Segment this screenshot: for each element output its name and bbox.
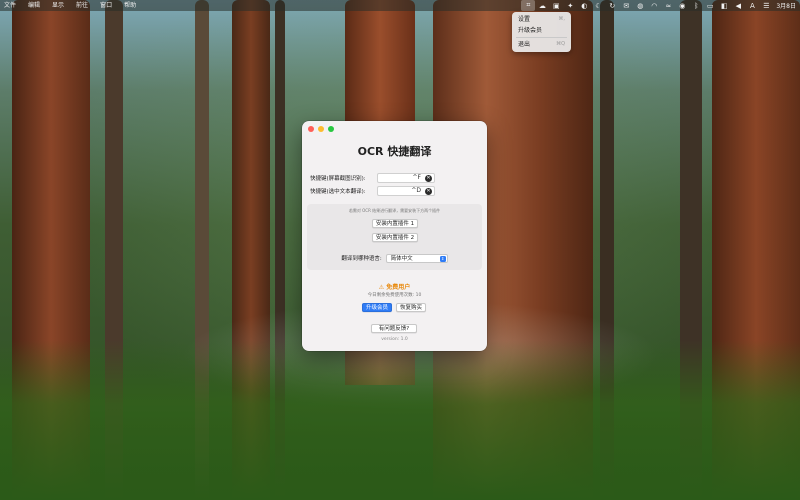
clear-shortcut-icon[interactable]: ✕: [425, 188, 432, 195]
menu-edit[interactable]: 编辑: [22, 0, 46, 11]
bluetooth-icon[interactable]: ᛒ: [689, 0, 703, 11]
shortcut-row-translate: 快捷键(选中文本翻译): ^D ✕: [310, 185, 480, 196]
circle-arrow-icon[interactable]: ↻: [605, 0, 619, 11]
menu-window[interactable]: 窗口: [94, 0, 118, 11]
bird-icon[interactable]: ✦: [563, 0, 577, 11]
minimize-window-button[interactable]: [318, 126, 324, 132]
window-controls: [308, 126, 334, 132]
shortcut-label: 快捷键(屏幕截图识别):: [310, 175, 366, 182]
install-plugin-2-button[interactable]: 安装内置插件 2: [372, 233, 418, 242]
ocr-window: OCR 快捷翻译 快捷键(屏幕截图识别): ^F ✕ 快捷键(选中文本翻译): …: [302, 121, 487, 351]
menu-separator: [516, 37, 567, 38]
menu-item-quit[interactable]: 退出 ⌘Q: [512, 39, 571, 50]
window-title: OCR 快捷翻译: [357, 145, 432, 158]
drop-icon[interactable]: ◐: [577, 0, 591, 11]
forest-floor: [0, 340, 800, 500]
menubar-clock[interactable]: 3月8日: [773, 1, 800, 10]
shortcut-value: ^D: [411, 187, 421, 194]
menu-item-shortcut: ⌘,: [558, 16, 565, 22]
toggle-icon[interactable]: ◧: [717, 0, 731, 11]
moon-icon[interactable]: ☾: [591, 0, 605, 11]
install-plugin-1-button[interactable]: 安装内置插件 1: [372, 219, 418, 228]
language-select[interactable]: 简体中文 ⇕: [385, 253, 448, 263]
volume-icon[interactable]: ◀: [731, 0, 745, 11]
menu-item-upgrade[interactable]: 升级会员: [512, 25, 571, 36]
plugin-note: 若需对 OCR 结果进行翻译，需要安装下方两个插件: [348, 208, 441, 213]
status-menu: 设置 ⌘, 升级会员 退出 ⌘Q: [512, 12, 571, 52]
plugin-panel: 若需对 OCR 结果进行翻译，需要安装下方两个插件 安装内置插件 1 安装内置插…: [307, 204, 482, 270]
clear-shortcut-icon[interactable]: ✕: [425, 175, 432, 182]
menu-item-settings[interactable]: 设置 ⌘,: [512, 14, 571, 25]
free-user-label: ⚠ 免费用户: [378, 284, 411, 291]
app-icon[interactable]: ▣: [549, 0, 563, 11]
cloud-icon[interactable]: ☁: [535, 0, 549, 11]
message-icon[interactable]: ✉: [619, 0, 633, 11]
language-label: 翻译到哪种语言:: [341, 256, 382, 262]
menu-item-shortcut: ⌘Q: [556, 41, 565, 47]
wifi-icon[interactable]: ◠: [647, 0, 661, 11]
wechat-icon[interactable]: ◍: [633, 0, 647, 11]
restore-purchase-button[interactable]: 恢复购买: [396, 303, 426, 312]
menu-view[interactable]: 显示: [46, 0, 70, 11]
zoom-window-button[interactable]: [328, 126, 334, 132]
shortcut-value: ^F: [412, 174, 421, 181]
menu-item-label: 升级会员: [518, 27, 543, 34]
battery-icon[interactable]: ▭: [703, 0, 717, 11]
cat-icon[interactable]: ◉: [675, 0, 689, 11]
menu-file[interactable]: 文件: [0, 0, 22, 11]
menu-go[interactable]: 前往: [70, 0, 94, 11]
shortcut-recorder-screenshot[interactable]: ^F ✕: [377, 172, 435, 183]
remaining-uses: 今日剩余免费使用次数: 10: [367, 293, 422, 298]
ocr-icon[interactable]: ⌗: [521, 0, 536, 11]
menu-item-label: 设置: [518, 16, 531, 23]
language-row: 翻译到哪种语言: 简体中文 ⇕: [307, 253, 482, 263]
shortcut-row-screenshot: 快捷键(屏幕截图识别): ^F ✕: [310, 172, 480, 183]
menu-bar: 文件 编辑 显示 前往 窗口 帮助 ⌗ ☁ ▣ ✦ ◐ ☾ ↻ ✉ ◍ ◠ ≈ …: [0, 0, 800, 11]
feedback-button[interactable]: 有问题反馈?: [371, 324, 417, 333]
control-center-icon[interactable]: ☰: [759, 0, 773, 11]
menu-item-label: 退出: [518, 41, 531, 48]
chevron-up-down-icon: ⇕: [439, 255, 446, 262]
close-window-button[interactable]: [308, 126, 314, 132]
input-method-icon[interactable]: A: [745, 0, 759, 11]
upgrade-button[interactable]: 升级会员: [362, 303, 392, 312]
language-value: 简体中文: [390, 256, 413, 262]
shortcut-label: 快捷键(选中文本翻译):: [310, 188, 366, 195]
shortcut-recorder-translate[interactable]: ^D ✕: [377, 185, 435, 196]
status-bar: ⌗ ☁ ▣ ✦ ◐ ☾ ↻ ✉ ◍ ◠ ≈ ◉ ᛒ ▭ ◧ ◀ A ☰ 3月8日: [521, 0, 800, 11]
version-label: version: 1.0: [381, 337, 408, 342]
menu-help[interactable]: 帮助: [118, 0, 142, 11]
wave-icon[interactable]: ≈: [661, 0, 675, 11]
